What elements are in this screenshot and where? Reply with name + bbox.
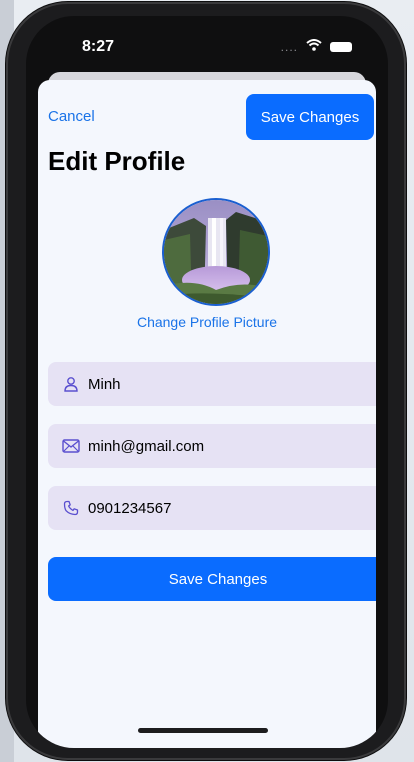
avatar[interactable] [162,198,270,306]
phone-frame: 8:27 .... Cancel Save Changes Edit Profi… [6,2,406,760]
name-field[interactable] [48,362,376,406]
save-changes-top-button[interactable]: Save Changes [246,94,374,140]
save-changes-button[interactable]: Save Changes [48,557,376,601]
battery-icon [330,42,352,52]
waterfall-photo-icon [164,200,268,304]
email-field[interactable] [48,424,376,468]
signal-icon: .... [280,40,298,54]
envelope-icon [62,437,80,455]
status-time: 8:27 [82,38,115,55]
change-profile-picture-link[interactable]: Change Profile Picture [38,314,376,330]
page-title: Edit Profile [48,146,186,176]
name-input[interactable] [88,375,376,393]
phone-icon [62,499,80,517]
person-icon [62,375,80,393]
phone-input[interactable] [88,499,376,517]
status-icons: .... [281,38,352,56]
edit-profile-sheet: Cancel Save Changes Edit Profile Change … [38,80,376,748]
wifi-icon [306,38,322,56]
screen-stage: 8:27 .... Cancel Save Changes Edit Profi… [0,0,414,762]
email-input[interactable] [88,437,376,455]
cancel-button[interactable]: Cancel [48,108,95,125]
status-bar: 8:27 .... [26,16,388,76]
phone-screen: 8:27 .... Cancel Save Changes Edit Profi… [26,16,388,748]
home-indicator[interactable] [138,728,268,733]
phone-field[interactable] [48,486,376,530]
